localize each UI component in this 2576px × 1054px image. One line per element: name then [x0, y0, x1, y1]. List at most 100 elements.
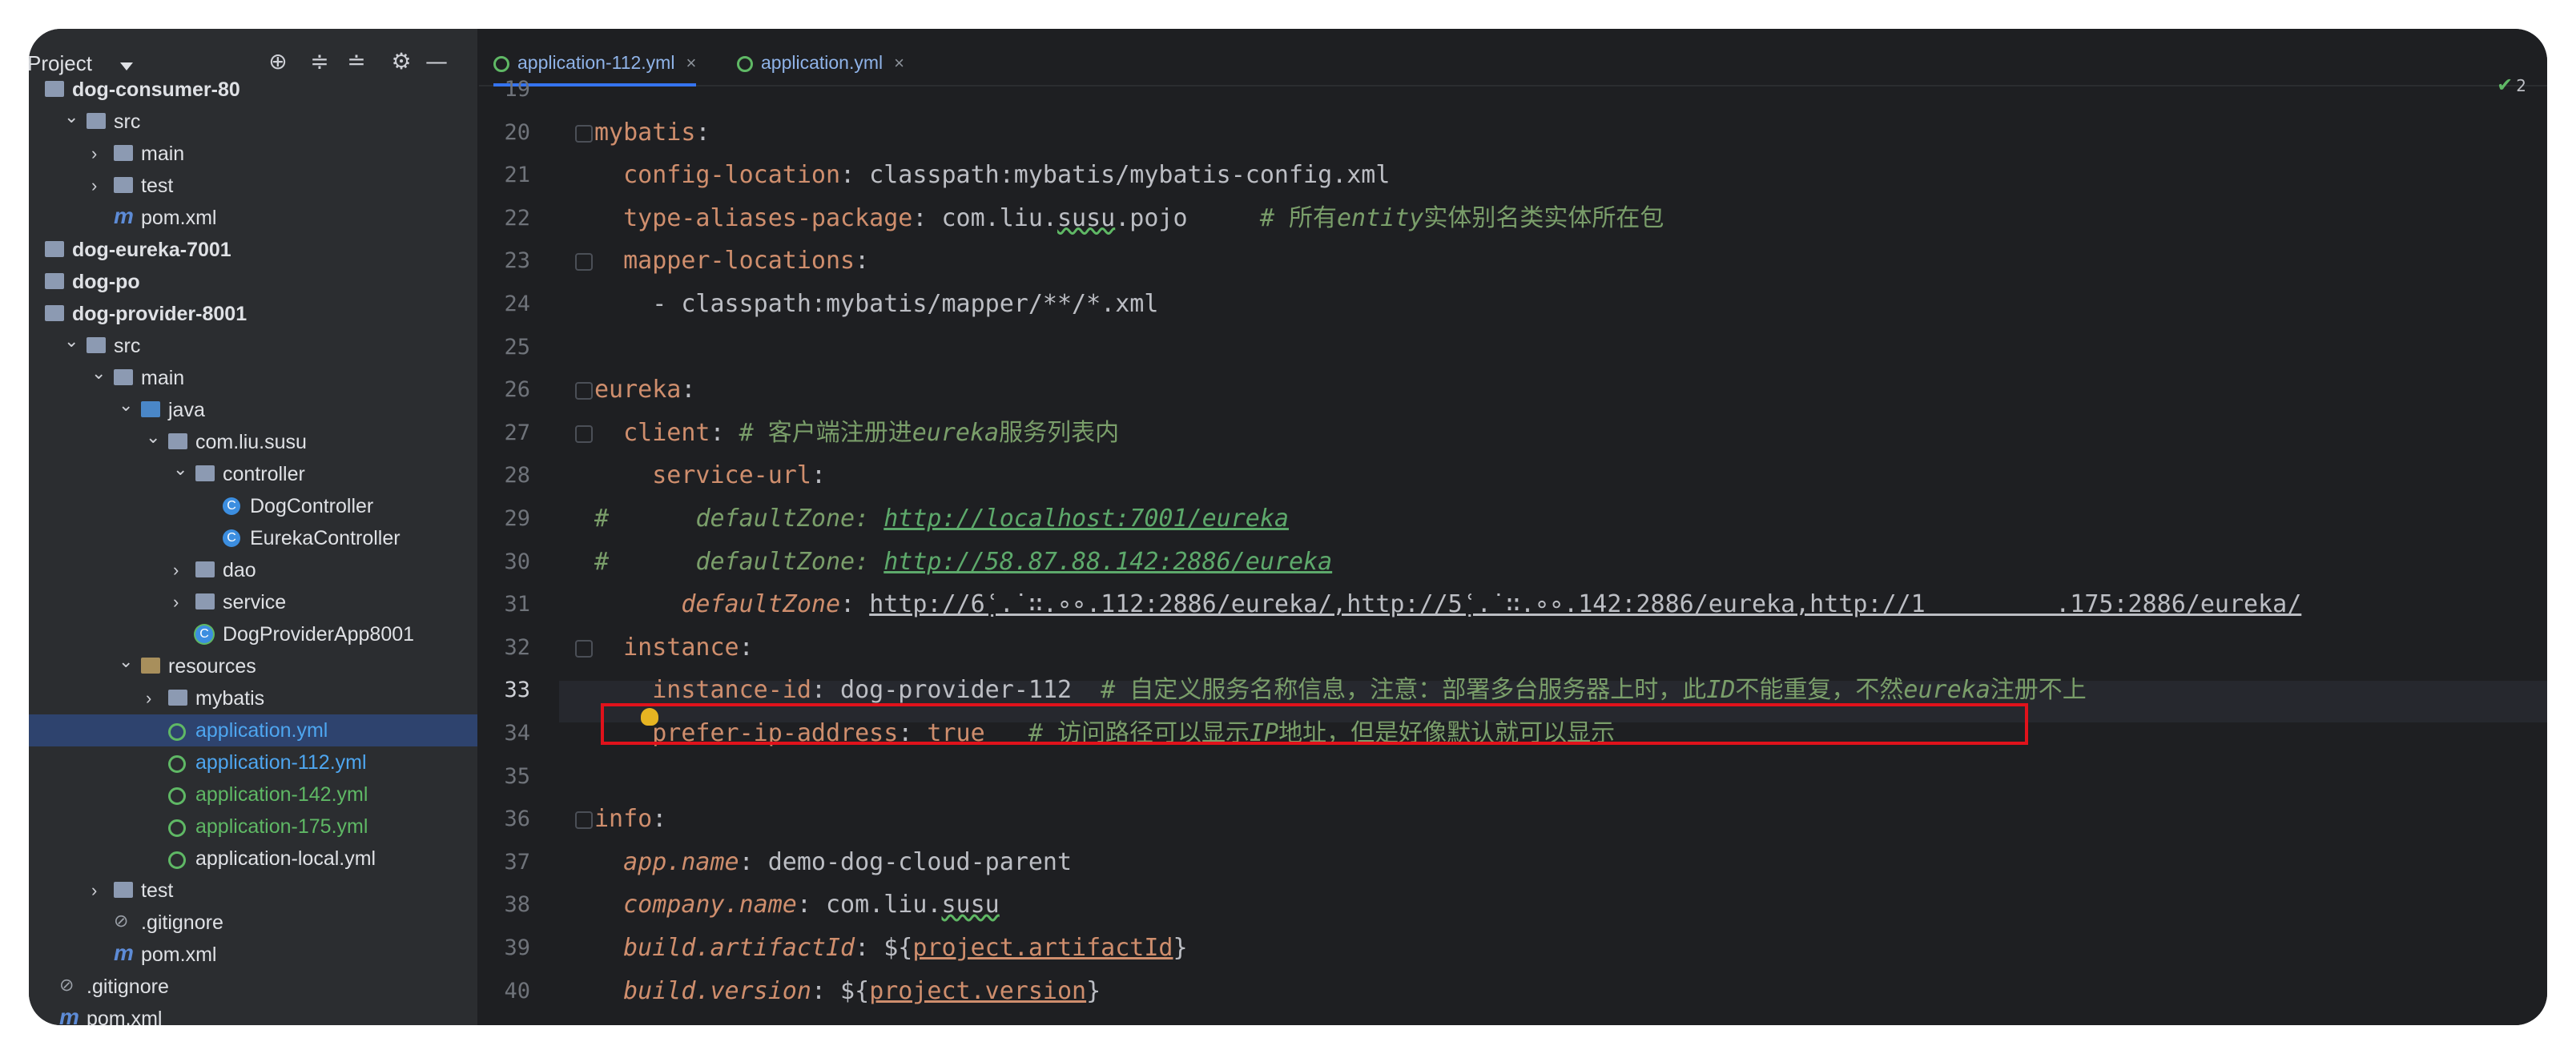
fold-marker-icon[interactable] — [575, 424, 593, 443]
tree-item[interactable]: ⌄ com.liu.susu — [29, 426, 477, 458]
code-line: # defaultZone: http://58.87.88.142:2886/… — [594, 541, 1332, 583]
package-icon — [195, 593, 215, 609]
tree-item[interactable]: › mybatis — [29, 682, 477, 714]
annotation-highlight-box — [601, 703, 2028, 745]
code-token: service-url — [652, 461, 811, 490]
fold-marker-icon[interactable] — [575, 124, 593, 143]
chevron-down-icon[interactable]: ⌄ — [119, 646, 135, 678]
fold-marker-icon[interactable] — [575, 639, 593, 658]
code-token: project.artifactId — [912, 934, 1173, 962]
tree-item[interactable]: ⌄ main — [29, 362, 477, 394]
tree-item-label: service — [223, 591, 287, 613]
code-line: # defaultZone: http://localhost:7001/eur… — [594, 498, 1289, 540]
chevron-down-icon[interactable]: ⌄ — [64, 325, 80, 357]
chevron-down-icon[interactable]: ⌄ — [146, 421, 162, 453]
tree-item[interactable]: › test — [29, 170, 477, 202]
chevron-right-icon[interactable]: › — [91, 875, 107, 907]
fold-marker-icon[interactable] — [575, 382, 593, 400]
code-line: type-aliases-package: com.liu.susu.pojo … — [594, 198, 1664, 239]
folder-icon — [87, 113, 106, 129]
code-token: : — [855, 247, 870, 276]
chevron-down-icon[interactable]: ⌄ — [91, 357, 107, 389]
code-token: http://6̣ʿ.˙∷.∘∘.112:2886/eureka/,http:/… — [869, 590, 2302, 619]
chevron-down-icon[interactable]: ⌄ — [173, 453, 189, 485]
folder-icon — [87, 337, 106, 353]
tree-item[interactable]: ⊘ .gitignore — [29, 971, 477, 1003]
code-line: config-location: classpath:mybatis/mybat… — [594, 155, 1390, 196]
tree-item[interactable]: › service — [29, 586, 477, 618]
tree-item[interactable]: › main — [29, 138, 477, 170]
fold-marker-icon[interactable] — [575, 253, 593, 272]
tab-label: application.yml — [761, 52, 883, 73]
tree-item[interactable]: application-175.yml — [29, 811, 477, 843]
code-token: : classpath:mybatis/mybatis-config.xml — [840, 161, 1391, 190]
tree-item[interactable]: m pom.xml — [29, 939, 477, 971]
tree-item[interactable]: › dao — [29, 554, 477, 586]
code-token: info — [594, 805, 653, 834]
tree-item[interactable]: application.yml — [29, 714, 477, 746]
tree-item[interactable]: ⌄ java — [29, 394, 477, 426]
tree-item[interactable]: application-142.yml — [29, 778, 477, 811]
lightbulb-icon[interactable] — [641, 708, 658, 726]
chevron-down-icon[interactable] — [120, 62, 133, 70]
code-token: : com.liu. — [796, 891, 942, 919]
tree-item[interactable]: ⊘ .gitignore — [29, 907, 477, 939]
project-panel: Project ⊕ ≑ ≐ ⚙ — dog-consumer-80 ⌄ src › ma… — [29, 29, 479, 1025]
tree-item[interactable]: m pom.xml — [29, 202, 477, 234]
expand-all-icon[interactable]: ≑ — [306, 48, 333, 75]
code-token: instance-id — [652, 676, 811, 705]
code-token: company.name — [623, 891, 797, 919]
code-area[interactable]: mybatis: config-location: classpath:myba… — [479, 85, 2547, 1025]
chevron-right-icon[interactable]: › — [146, 682, 162, 714]
module-icon — [45, 305, 64, 321]
code-token: config-location — [623, 161, 841, 190]
chevron-right-icon[interactable]: › — [91, 170, 107, 202]
tree-item[interactable]: › test — [29, 875, 477, 907]
code-token: : dog-provider-112 — [811, 676, 1101, 705]
tree-item[interactable]: dog-po — [29, 266, 477, 298]
code-token: type-aliases-package — [623, 203, 913, 232]
tree-item[interactable]: m pom.xml — [29, 1003, 477, 1025]
code-token: : demo-dog-cloud-parent — [739, 847, 1073, 876]
tree-item-label: .gitignore — [87, 976, 169, 998]
code-token: : — [652, 805, 667, 834]
tree-item[interactable]: C EurekaController — [29, 522, 477, 554]
chevron-down-icon[interactable]: ⌄ — [119, 389, 135, 421]
tree-item[interactable]: dog-eureka-7001 — [29, 234, 477, 266]
code-token: entity — [1336, 203, 1424, 232]
code-token: : — [811, 461, 826, 490]
chevron-right-icon[interactable]: › — [173, 554, 189, 586]
tree-item[interactable]: C DogController — [29, 490, 477, 522]
tree-item-label: dog-po — [72, 271, 140, 293]
tree-item[interactable]: application-local.yml — [29, 843, 477, 875]
tree-item[interactable]: dog-provider-8001 — [29, 298, 477, 330]
tree-item[interactable]: ⌄ resources — [29, 650, 477, 682]
tree-item[interactable]: dog-consumer-80 — [29, 74, 477, 106]
gear-icon[interactable]: ⚙ — [388, 48, 415, 75]
close-icon[interactable]: × — [686, 53, 696, 73]
code-token: mybatis — [594, 118, 696, 147]
collapse-all-icon[interactable]: ≐ — [343, 48, 370, 75]
tab-application-yml[interactable]: application.yml × — [737, 45, 904, 83]
fold-marker-icon[interactable] — [575, 811, 593, 830]
code-token: build.version — [623, 976, 811, 1005]
chevron-down-icon[interactable]: ⌄ — [64, 101, 80, 133]
chevron-right-icon[interactable]: › — [173, 586, 189, 618]
tree-item-label: dog-consumer-80 — [72, 78, 240, 101]
tree-item[interactable]: application-112.yml — [29, 746, 477, 778]
tree-item-label: DogController — [250, 495, 374, 517]
class-icon: C — [223, 529, 240, 547]
minimize-icon[interactable]: — — [423, 48, 450, 75]
chevron-right-icon[interactable]: › — [91, 138, 107, 170]
tree-item[interactable]: ⌄ src — [29, 106, 477, 138]
tree-item-label: dog-provider-8001 — [72, 303, 248, 325]
locate-icon[interactable]: ⊕ — [264, 48, 292, 75]
tree-item-label: application-local.yml — [195, 847, 376, 870]
code-token: : ${ — [855, 934, 913, 962]
tree-item[interactable]: ⌄ controller — [29, 458, 477, 490]
close-icon[interactable]: × — [894, 53, 904, 73]
project-panel-title[interactable]: Project — [29, 51, 92, 76]
tree-item[interactable]: C DogProviderApp8001 — [29, 618, 477, 650]
ide-window: Project ⊕ ≑ ≐ ⚙ — dog-consumer-80 ⌄ src › ma… — [29, 29, 2547, 1025]
